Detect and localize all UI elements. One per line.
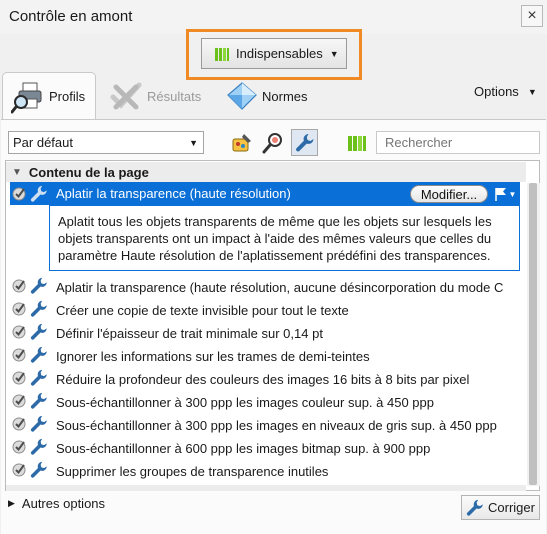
wrench-icon — [29, 460, 49, 483]
options-menu[interactable]: Options ▼ — [474, 84, 537, 99]
options-label: Options — [474, 84, 519, 99]
library-books-icon — [347, 135, 366, 151]
list-item[interactable]: Définir l'épaisseur de trait minimale su… — [6, 322, 526, 345]
check-cross-icon — [110, 82, 142, 110]
wrench-icon — [30, 185, 47, 202]
list-item-label: Supprimer les groupes de transparence in… — [56, 464, 329, 479]
expand-triangle-icon: ▶ — [8, 498, 15, 508]
check-status-icon — [11, 415, 29, 436]
wrench-icon — [29, 345, 49, 368]
wrench-icon — [466, 499, 483, 516]
collapse-triangle-icon: ▼ — [12, 166, 22, 178]
list-item[interactable]: Sous-échantillonner à 300 ppp les images… — [6, 391, 526, 414]
list-item[interactable]: Sous-échantillonner à 300 ppp les images… — [6, 414, 526, 437]
fixup-description: Aplatit tous les objets transparents de … — [49, 205, 520, 271]
wrench-icon — [29, 276, 49, 299]
tab-profils[interactable]: Profils — [2, 72, 96, 120]
check-status-icon — [11, 346, 29, 367]
diamond-icon — [227, 82, 257, 110]
list-item-label: Créer une copie de texte invisible pour … — [56, 303, 349, 318]
chevron-down-icon: ▼ — [329, 48, 339, 59]
list-item[interactable]: Aplatir la transparence (haute résolutio… — [6, 276, 526, 299]
profile-library-label: Indispensables — [236, 46, 323, 61]
search-fixups-button[interactable] — [259, 129, 286, 156]
library-books-icon — [215, 47, 229, 61]
search-input[interactable] — [376, 131, 540, 154]
chevron-down-icon: ▼ — [189, 138, 198, 148]
list-item[interactable]: Réduire la profondeur des couleurs des i… — [6, 368, 526, 391]
list-item-label: Sous-échantillonner à 300 ppp les images… — [56, 418, 497, 433]
check-status-icon — [11, 323, 29, 344]
list-item-label: Sous-échantillonner à 600 ppp les images… — [56, 441, 431, 456]
wrench-icon — [29, 414, 49, 437]
wrench-icon — [29, 437, 49, 460]
chevron-down-icon: ▼ — [527, 86, 537, 97]
group-label: Contenu de la page — [28, 164, 149, 180]
wrench-icon — [29, 299, 49, 322]
chevron-down-icon: ▼ — [508, 189, 517, 199]
list-item-label: Réduire la profondeur des couleurs des i… — [56, 372, 470, 387]
magnifier-icon — [262, 132, 282, 153]
window-title: Contrôle en amont — [9, 8, 133, 25]
tab-label: Normes — [262, 88, 308, 104]
next-group-header — [6, 485, 526, 491]
more-options-toggle[interactable]: ▶ Autres options — [8, 496, 105, 511]
check-status-icon — [11, 461, 29, 482]
check-status-icon — [11, 300, 29, 321]
wrench-icon — [29, 391, 49, 414]
wrench-icon — [29, 322, 49, 345]
group-header[interactable]: ▼ Contenu de la page — [6, 162, 526, 182]
printer-magnifier-icon — [11, 82, 42, 113]
wrench-icon — [29, 368, 49, 391]
list-item[interactable]: Créer une copie de texte invisible pour … — [6, 299, 526, 322]
fix-label: Corriger — [488, 500, 535, 515]
modify-button[interactable]: Modifier... — [410, 185, 488, 203]
tab-label: Résultats — [147, 88, 202, 104]
profile-preset-select[interactable]: Par défaut ▼ — [8, 131, 204, 154]
show-fixups-button[interactable] — [291, 129, 318, 156]
list-item[interactable]: Ignorer les informations sur les trames … — [6, 345, 526, 368]
tab-normes[interactable]: Normes — [226, 78, 308, 114]
list-item-label: Sous-échantillonner à 300 ppp les images… — [56, 395, 434, 410]
flag-menu-button[interactable]: ▼ — [491, 184, 518, 204]
flag-icon — [494, 188, 506, 201]
show-profiles-button[interactable] — [228, 129, 255, 156]
check-status-icon — [11, 392, 29, 413]
tab-resultats[interactable]: Résultats — [110, 78, 201, 114]
list-item-label: Ignorer les informations sur les trames … — [56, 349, 370, 364]
profiles-filter-icon — [232, 133, 251, 151]
list-item[interactable]: Sous-échantillonner à 600 ppp les images… — [6, 437, 526, 460]
tab-label: Profils — [49, 89, 86, 104]
check-status-icon — [11, 369, 29, 390]
check-status-icon — [11, 438, 29, 459]
check-status-icon — [11, 277, 29, 298]
more-options-label: Autres options — [21, 496, 106, 511]
profile-library-dropdown[interactable]: Indispensables ▼ — [201, 38, 347, 69]
fix-button[interactable]: Corriger — [461, 495, 540, 520]
wrench-icon — [295, 133, 313, 151]
preset-value: Par défaut — [13, 135, 73, 150]
close-icon: × — [527, 7, 537, 24]
scrollbar-thumb[interactable] — [529, 183, 537, 485]
list-item-label: Aplatir la transparence (haute résolutio… — [56, 280, 504, 295]
close-button[interactable]: × — [521, 5, 543, 27]
list-item[interactable]: Supprimer les groupes de transparence in… — [6, 460, 526, 483]
library-button[interactable] — [343, 129, 370, 156]
list-item-label: Aplatir la transparence (haute résolutio… — [56, 186, 291, 201]
list-item-label: Définir l'épaisseur de trait minimale su… — [56, 326, 323, 341]
check-status-icon — [12, 187, 26, 200]
